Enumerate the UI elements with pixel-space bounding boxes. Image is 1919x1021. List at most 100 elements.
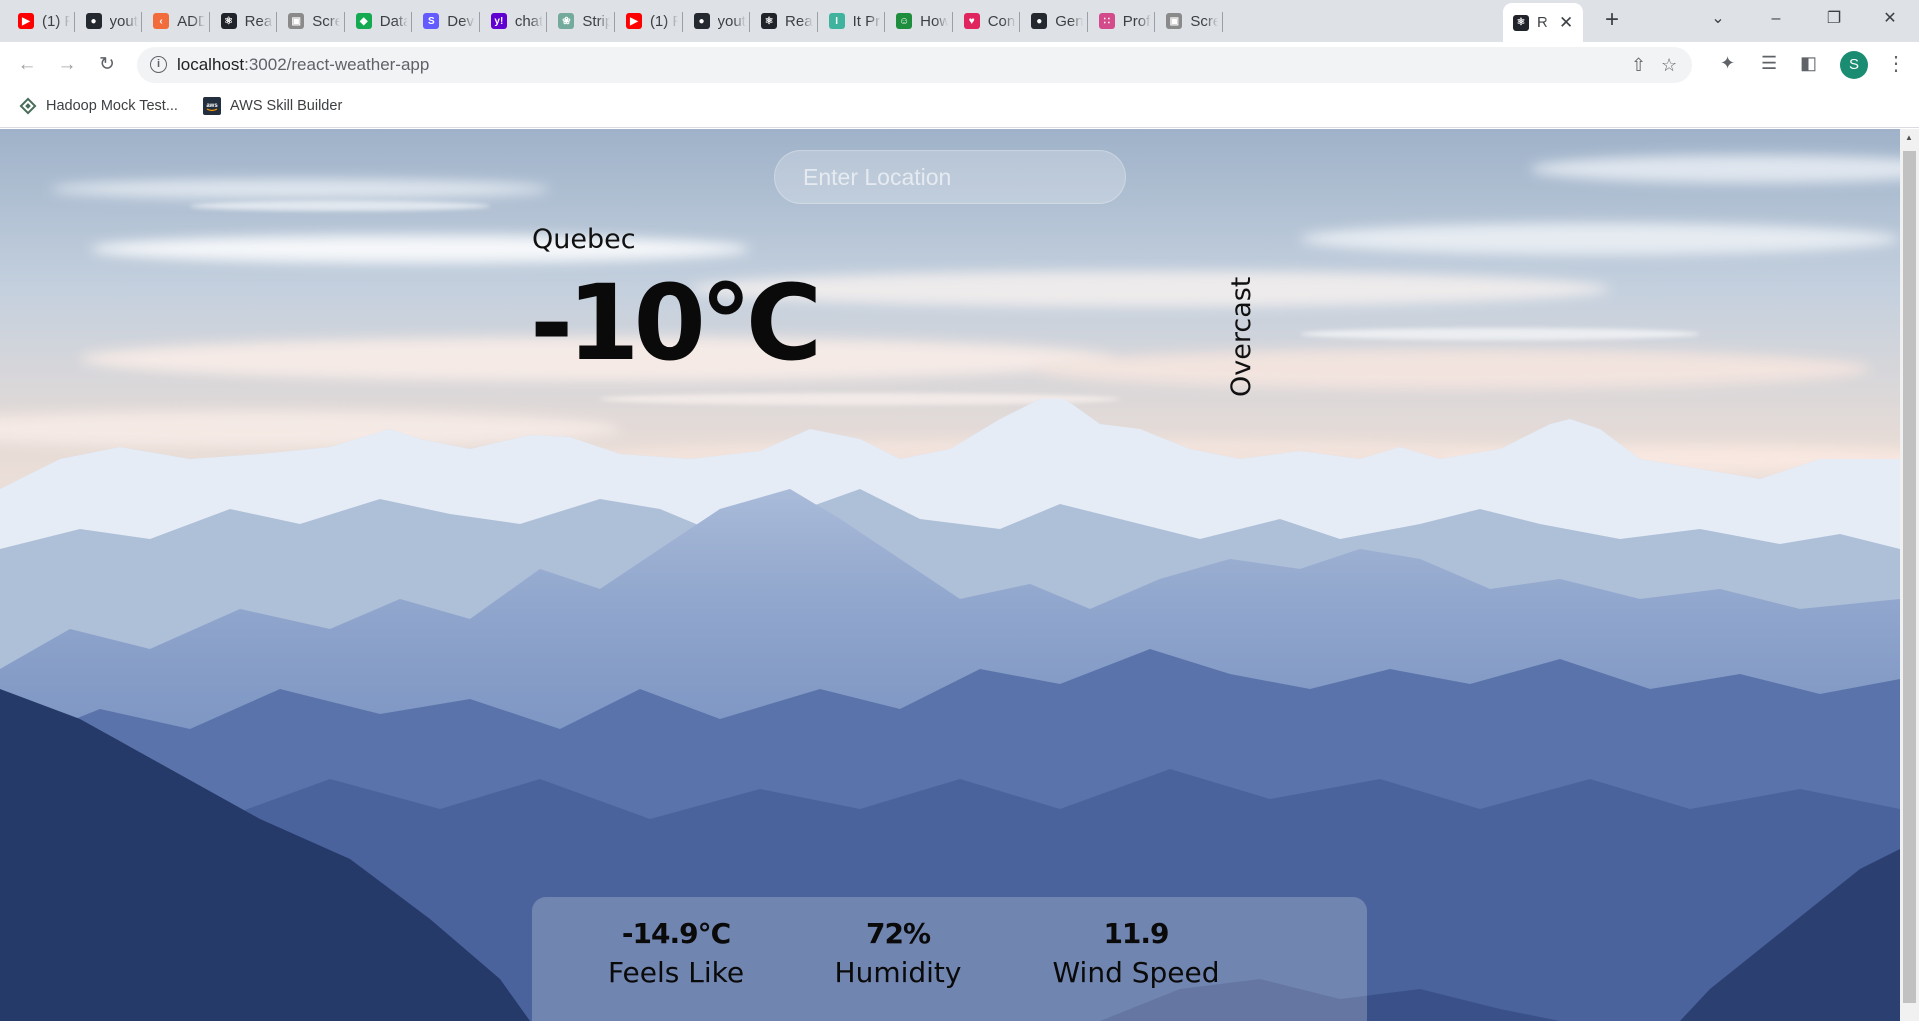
tab-separator (749, 12, 751, 32)
tab-label: youtu (717, 12, 746, 30)
svg-text:aws: aws (206, 103, 218, 109)
bookmark-label: Hadoop Mock Test... (46, 98, 178, 114)
heart-icon: ♥ (963, 13, 980, 29)
hadoop-icon (19, 97, 37, 115)
new-tab-button[interactable]: + (1598, 6, 1626, 34)
tab-label: Gene (1055, 12, 1084, 30)
browser-tab[interactable]: ▣ Scree (280, 6, 346, 36)
browser-tab[interactable]: ● Gene (1023, 6, 1089, 36)
browser-tab[interactable]: ❀ Strip (550, 6, 616, 36)
tab-label: (1) R (42, 12, 70, 30)
city-name: Quebec (532, 224, 636, 255)
temperature-value: -10°C (530, 262, 822, 384)
bookmark-star-icon[interactable]: ☆ (1661, 55, 1677, 76)
weather-stats-panel: -14.9°C Feels Like 72% Humidity 11.9 Win… (532, 897, 1367, 1021)
person-icon: ☺ (896, 13, 913, 29)
bookmark-hadoop[interactable]: Hadoop Mock Test... (19, 97, 178, 115)
url-text[interactable]: localhost:3002/react-weather-app (177, 55, 429, 75)
address-bar[interactable]: i localhost:3002/react-weather-app ⇧ ☆ (137, 47, 1692, 83)
browser-tab[interactable]: S Deve (415, 6, 481, 36)
tab-label: Profi (1122, 12, 1151, 30)
youtube-icon: ▶ (18, 13, 34, 29)
browser-tab[interactable]: ∷ Profi (1091, 6, 1157, 36)
tab-separator (1154, 12, 1156, 32)
tab-separator (1086, 12, 1088, 32)
tab-label: Reac (785, 12, 813, 30)
forward-arrow-icon[interactable]: → (53, 51, 81, 79)
browser-tab[interactable]: ♥ Conv (956, 6, 1022, 36)
tab-separator (884, 12, 886, 32)
share-icon[interactable]: ⇧ (1631, 55, 1646, 76)
browser-tab[interactable]: ▣ Scre (1158, 6, 1224, 36)
browser-tab[interactable]: I It Pro (821, 6, 887, 36)
humidity-value: 72% (865, 917, 931, 950)
humidity-label: Humidity (834, 956, 962, 989)
tab-label: ADD (177, 12, 206, 30)
page-scrollbar[interactable]: ▲ (1900, 129, 1919, 1021)
tab-separator (613, 12, 615, 32)
menu-kebab-icon[interactable]: ⋮ (1886, 51, 1906, 76)
site-info-icon[interactable]: i (150, 56, 167, 73)
weather-app-page: Quebec -10°C Overcast -14.9°C Feels Like… (0, 129, 1900, 1021)
close-tab-icon[interactable]: ✕ (1559, 13, 1573, 33)
tab-search-icon[interactable]: ⌄ (1690, 0, 1746, 38)
add-icon: ‹ (153, 13, 170, 29)
browser-tab[interactable]: ‹ ADD (145, 6, 211, 36)
tab-label: Strip (582, 12, 611, 30)
browser-tab[interactable]: ● youtu (686, 6, 752, 36)
back-arrow-icon[interactable]: ← (13, 51, 41, 79)
reload-icon[interactable]: ↻ (93, 51, 121, 79)
tab-strip: ▶ (1) R ● youtu ‹ ADD ⚛ React ▣ Scree ◆ Data S Deve y!… (0, 0, 1919, 42)
browser-tab[interactable]: ◆ Data (348, 6, 414, 36)
mountain-background-image (0, 129, 1900, 1021)
bookmark-aws[interactable]: aws AWS Skill Builder (203, 97, 342, 115)
browser-tab[interactable]: ● youtu (78, 6, 144, 36)
tab-separator (276, 12, 278, 32)
feels-like-value: -14.9°C (621, 917, 731, 950)
openai-icon: ❀ (558, 13, 575, 29)
stripe-icon: S (423, 13, 440, 29)
side-panel-icon[interactable]: ◧ (1800, 53, 1817, 74)
browser-tab[interactable]: ☺ How (888, 6, 954, 36)
browser-tab[interactable]: y! chat (483, 6, 549, 36)
url-path: :3002/react-weather-app (244, 55, 430, 74)
tab-separator (951, 12, 953, 32)
tab-label: Scree (312, 12, 341, 30)
tab-label: youtu (109, 12, 138, 30)
extensions-icon[interactable]: ✦ (1720, 53, 1735, 74)
react-icon: ⚛ (761, 13, 778, 29)
tab-label: It Pro (852, 12, 881, 30)
tab-separator (1221, 12, 1223, 32)
aws-icon: aws (203, 97, 221, 115)
browser-tab[interactable]: ⚛ React (213, 6, 279, 36)
tab-label: How (920, 12, 949, 30)
camera-icon: ▣ (1166, 13, 1183, 29)
active-tab[interactable]: ⚛ R ✕ (1503, 3, 1583, 42)
weather-condition: Overcast (1226, 276, 1257, 397)
tab-label: chat (514, 12, 543, 30)
tab-separator (478, 12, 480, 32)
minimize-icon[interactable]: – (1748, 0, 1804, 38)
tab-separator (208, 12, 210, 32)
camera-icon: ▣ (288, 13, 305, 29)
scroll-up-icon[interactable]: ▲ (1905, 133, 1913, 142)
tab-separator (141, 12, 143, 32)
wind-speed-label: Wind Speed (1052, 956, 1220, 989)
scrollbar-thumb[interactable] (1903, 151, 1916, 1003)
profile-avatar[interactable]: S (1840, 51, 1868, 79)
restore-icon[interactable]: ❐ (1806, 0, 1862, 38)
wind-speed-value: 11.9 (1103, 917, 1169, 950)
github-icon: ● (85, 13, 102, 29)
location-search-input[interactable] (774, 150, 1126, 204)
humidity-stat: 72% Humidity (788, 917, 1008, 989)
media-controls-icon[interactable]: ☰ (1761, 53, 1777, 74)
wind-speed-stat: 11.9 Wind Speed (1026, 917, 1246, 989)
youtube-icon: ▶ (625, 13, 642, 29)
close-window-icon[interactable]: ✕ (1862, 0, 1918, 38)
url-host: localhost (177, 55, 245, 74)
browser-tab[interactable]: ▶ (1) R (618, 6, 684, 36)
tab-label: Conv (987, 12, 1016, 30)
browser-tab[interactable]: ▶ (1) R (10, 6, 76, 36)
browser-tab[interactable]: ⚛ Reac (753, 6, 819, 36)
tab-separator (816, 12, 818, 32)
